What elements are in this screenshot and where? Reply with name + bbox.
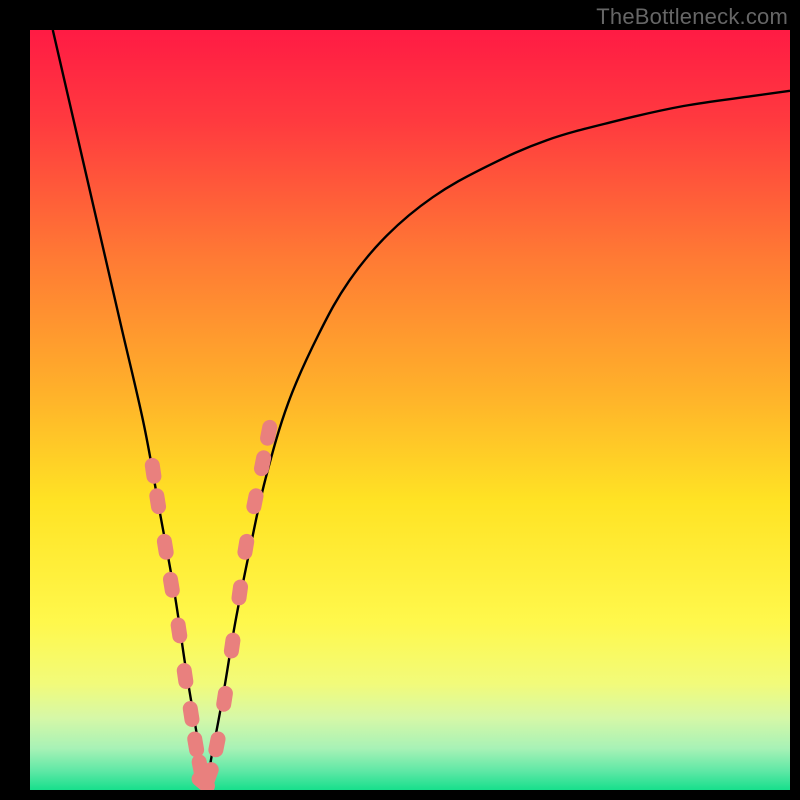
marker	[170, 616, 189, 644]
bottleneck-curve	[53, 30, 790, 786]
plot-area	[30, 30, 790, 790]
watermark-text: TheBottleneck.com	[596, 4, 788, 30]
marker	[245, 487, 265, 515]
marker-layer	[144, 419, 279, 790]
marker	[223, 632, 242, 660]
marker	[182, 700, 201, 728]
marker	[253, 449, 273, 477]
outer-frame: TheBottleneck.com	[0, 0, 800, 800]
marker	[207, 730, 227, 758]
chart-svg	[30, 30, 790, 790]
marker	[215, 685, 234, 713]
marker	[148, 487, 167, 515]
marker	[176, 662, 195, 690]
marker	[186, 730, 205, 758]
marker	[144, 457, 163, 485]
marker	[162, 571, 181, 599]
marker	[231, 578, 249, 606]
marker	[236, 533, 255, 561]
marker	[156, 533, 175, 561]
